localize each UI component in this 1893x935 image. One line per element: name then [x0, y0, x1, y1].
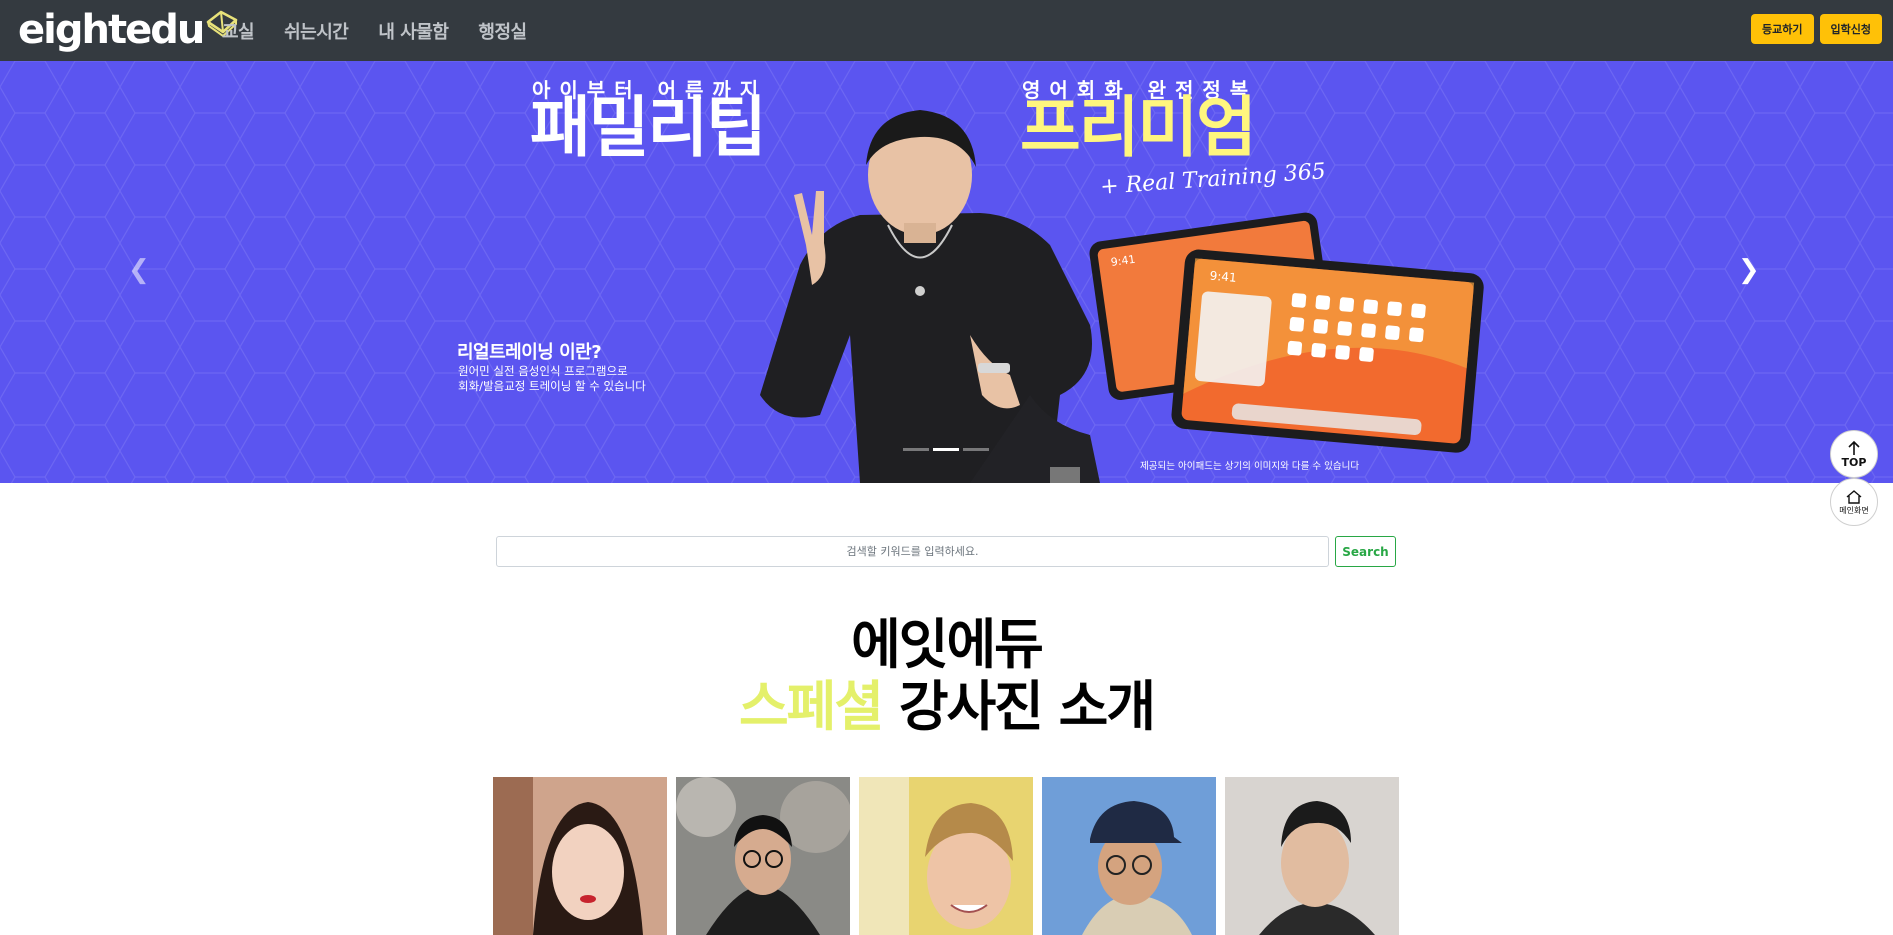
home-icon — [1846, 490, 1862, 504]
chevron-right-icon[interactable]: ❯ — [1738, 257, 1760, 283]
enroll-button[interactable]: 입학신청 — [1819, 14, 1882, 44]
carousel-indicator-3[interactable] — [963, 448, 989, 451]
intro-heading-line1: 에잇에듀 — [851, 613, 1044, 676]
instructor-photo-3[interactable] — [859, 777, 1033, 935]
scroll-top-label: TOP — [1841, 456, 1867, 469]
caption-rt-title: 리얼트레이닝 이란? — [457, 342, 602, 363]
nav-link-classroom[interactable]: 교실 — [222, 18, 255, 44]
carousel-indicators — [903, 448, 993, 451]
carousel-indicator-2[interactable] — [933, 448, 959, 451]
home-label: 메인화면 — [1839, 506, 1869, 515]
search-input[interactable] — [496, 536, 1329, 567]
caption-rt-line1: 원어민 실전 음성인식 프로그램으로 — [458, 364, 628, 378]
nav-link-my-locker[interactable]: 내 사물함 — [378, 18, 449, 44]
instructor-gallery — [493, 777, 1408, 935]
intro-heading-line2: 스페셜 강사진 소개 — [0, 680, 1893, 734]
instructor-photo-5[interactable] — [1225, 777, 1399, 935]
home-button[interactable]: 메인화면 — [1830, 478, 1878, 526]
main-nav: 교실 쉬는시간 내 사물함 행정실 — [222, 0, 557, 61]
hero-carousel: 아이부터 어른까지 패밀리팁 영어회화 완전정복 프리미엄 + Real Tra… — [0, 61, 1893, 483]
instructor-photo-2[interactable] — [676, 777, 850, 935]
intro-heading-highlight: 스페셜 — [738, 675, 884, 738]
tablet-front-time: 9:41 — [1209, 269, 1237, 285]
hero-person-image — [760, 110, 1100, 483]
nav-link-break-time[interactable]: 쉬는시간 — [284, 18, 349, 44]
instructor-photo-4[interactable] — [1042, 777, 1216, 935]
logo-text: eightedu — [18, 7, 205, 53]
login-button[interactable]: 등교하기 — [1751, 14, 1814, 44]
arrow-up-icon — [1848, 440, 1860, 455]
caption-disclaimer: 제공되는 아이패드는 상기의 이미지와 다를 수 있습니다 — [1140, 461, 1360, 472]
navbar: eightedu 교실 쉬는시간 내 사물함 행정실 등교하기 입학신청 — [0, 0, 1893, 61]
instructor-photo-1[interactable] — [493, 777, 667, 935]
scroll-top-button[interactable]: TOP — [1830, 430, 1878, 478]
intro-heading-rest: 강사진 소개 — [882, 675, 1156, 738]
hero-tablets-image: 9:41 9:41 — [1089, 212, 1484, 453]
site-logo[interactable]: eightedu — [18, 4, 239, 56]
caption-rt-line2: 회화/발음교정 트레이닝 할 수 있습니다 — [458, 379, 646, 393]
chevron-left-icon[interactable]: ❮ — [128, 257, 150, 283]
nav-buttons: 등교하기 입학신청 — [1745, 14, 1882, 44]
nav-link-admin-office[interactable]: 행정실 — [478, 18, 527, 44]
carousel-indicator-1[interactable] — [903, 448, 929, 451]
search-button[interactable]: Search — [1335, 536, 1396, 567]
